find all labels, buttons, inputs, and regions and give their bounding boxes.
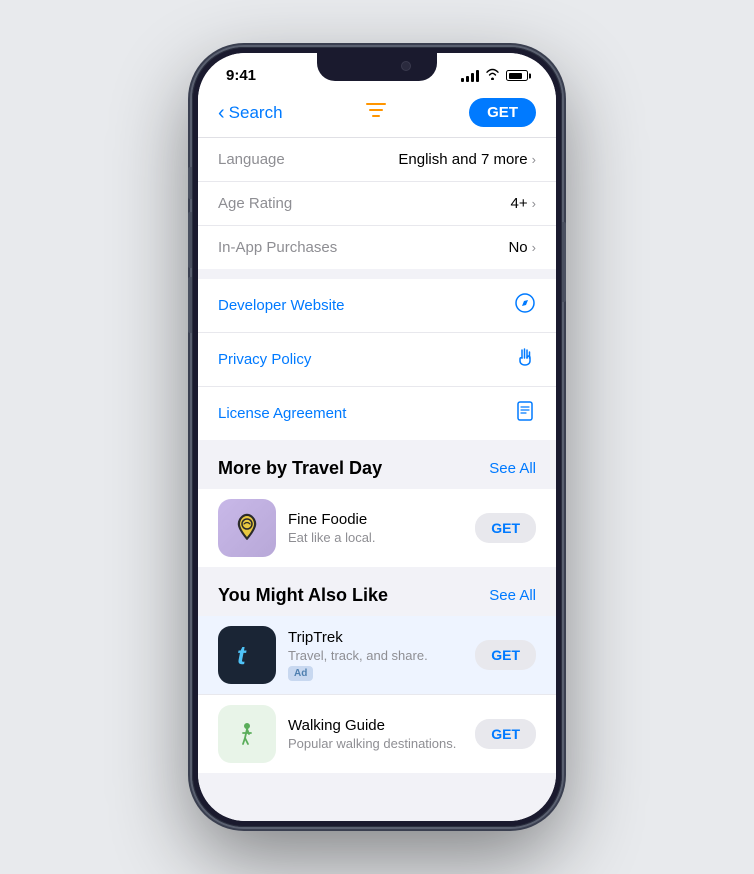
screen-content: 9:41 — [198, 53, 556, 821]
link-section: Developer Website Privacy Policy — [198, 279, 556, 440]
more-by-section-header: More by Travel Day See All — [198, 440, 556, 489]
volume-down-button — [188, 277, 192, 333]
finefoodie-get-button[interactable]: GET — [475, 513, 536, 543]
language-row[interactable]: Language English and 7 more › — [198, 138, 556, 182]
more-by-see-all[interactable]: See All — [489, 460, 536, 477]
walking-guide-name: Walking Guide — [288, 717, 463, 734]
doc-icon — [514, 400, 536, 427]
triptrek-icon: t — [218, 626, 276, 684]
triptrek-get-button[interactable]: GET — [475, 640, 536, 670]
language-value: English and 7 more › — [398, 151, 536, 168]
finefoodie-icon — [218, 499, 276, 557]
nav-bar: ‹ Search GET — [198, 90, 556, 138]
app-row-walking-guide: Walking Guide Popular walking destinatio… — [198, 695, 556, 773]
license-agreement-label: License Agreement — [218, 405, 346, 422]
developer-website-row[interactable]: Developer Website — [198, 279, 556, 333]
triptrek-desc: Travel, track, and share. — [288, 648, 463, 663]
walking-guide-get-button[interactable]: GET — [475, 719, 536, 749]
app-row-finefoodie: Fine Foodie Eat like a local. GET — [198, 489, 556, 567]
finefoodie-info: Fine Foodie Eat like a local. — [288, 511, 463, 545]
age-rating-label: Age Rating — [218, 195, 292, 212]
hand-icon — [514, 346, 536, 373]
in-app-purchases-label: In-App Purchases — [218, 239, 337, 256]
status-time: 9:41 — [226, 67, 256, 84]
filter-icon[interactable] — [365, 101, 387, 124]
walking-guide-info: Walking Guide Popular walking destinatio… — [288, 717, 463, 751]
get-main-button[interactable]: GET — [469, 98, 536, 127]
language-label: Language — [218, 151, 285, 168]
you-might-section-header: You Might Also Like See All — [198, 567, 556, 616]
info-section: Language English and 7 more › Age Rating… — [198, 138, 556, 269]
in-app-purchases-value-text: No — [508, 239, 527, 256]
age-rating-value-text: 4+ — [511, 195, 528, 212]
license-agreement-row[interactable]: License Agreement — [198, 387, 556, 440]
signal-icon — [461, 70, 479, 82]
finefoodie-name: Fine Foodie — [288, 511, 463, 528]
language-chevron-icon: › — [532, 152, 536, 167]
front-camera — [401, 61, 411, 71]
more-by-title: More by Travel Day — [218, 458, 382, 479]
privacy-policy-label: Privacy Policy — [218, 351, 311, 368]
walking-guide-icon — [218, 705, 276, 763]
mute-button — [188, 167, 192, 199]
app-row-triptrek: t TripTrek Travel, track, and share. Ad … — [198, 616, 556, 695]
triptrek-name: TripTrek — [288, 629, 463, 646]
triptrek-info: TripTrek Travel, track, and share. Ad — [288, 629, 463, 681]
age-rating-row[interactable]: Age Rating 4+ › — [198, 182, 556, 226]
age-rating-chevron-icon: › — [532, 196, 536, 211]
battery-icon — [506, 70, 528, 81]
privacy-policy-row[interactable]: Privacy Policy — [198, 333, 556, 387]
status-icons — [461, 68, 528, 83]
you-might-title: You Might Also Like — [218, 585, 388, 606]
phone-device: 9:41 — [192, 47, 562, 827]
you-might-see-all[interactable]: See All — [489, 587, 536, 604]
triptrek-ad-badge: Ad — [288, 666, 313, 681]
back-label: Search — [229, 103, 283, 123]
in-app-purchases-row[interactable]: In-App Purchases No › — [198, 226, 556, 269]
power-button — [562, 222, 566, 302]
compass-icon — [514, 292, 536, 319]
age-rating-value: 4+ › — [511, 195, 536, 212]
chevron-left-icon: ‹ — [218, 103, 225, 123]
svg-text:t: t — [237, 640, 247, 670]
language-value-text: English and 7 more — [398, 151, 527, 168]
walking-guide-desc: Popular walking destinations. — [288, 736, 463, 751]
phone-screen: 9:41 — [198, 53, 556, 821]
notch — [317, 53, 437, 81]
developer-website-label: Developer Website — [218, 297, 344, 314]
wifi-icon — [485, 68, 500, 83]
back-button[interactable]: ‹ Search — [218, 103, 283, 123]
in-app-purchases-value: No › — [508, 239, 536, 256]
scroll-content[interactable]: Language English and 7 more › Age Rating… — [198, 138, 556, 821]
finefoodie-desc: Eat like a local. — [288, 530, 463, 545]
more-by-app-list: Fine Foodie Eat like a local. GET — [198, 489, 556, 567]
you-might-app-list: t TripTrek Travel, track, and share. Ad … — [198, 616, 556, 773]
in-app-purchases-chevron-icon: › — [532, 240, 536, 255]
volume-up-button — [188, 212, 192, 268]
